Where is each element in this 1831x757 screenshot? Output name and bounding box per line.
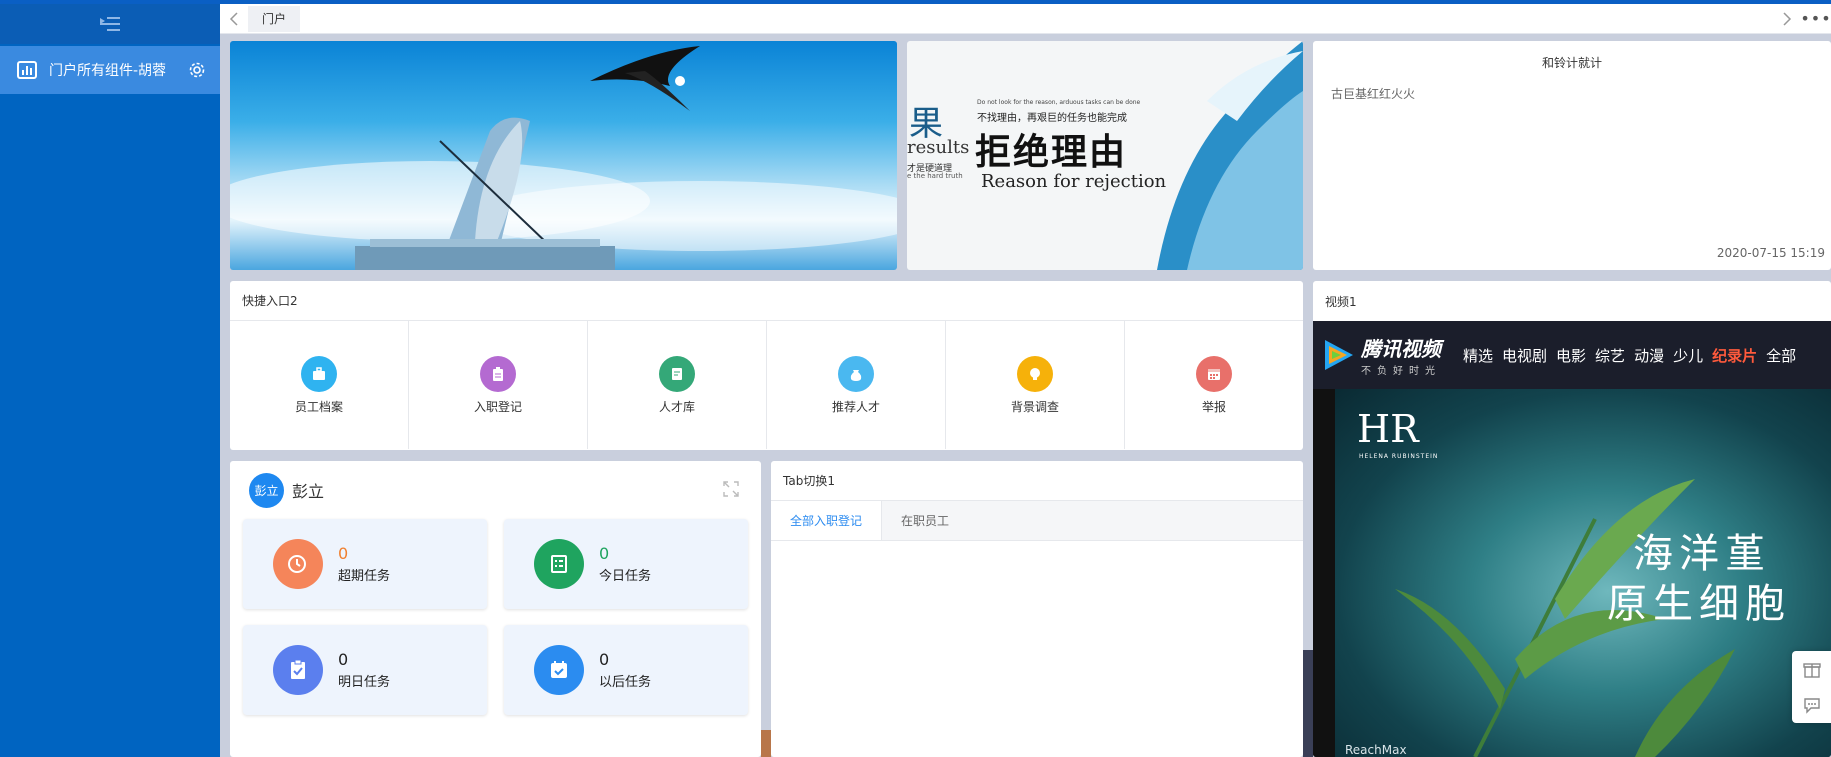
chevron-left-icon [229,11,238,26]
video-player[interactable]: 腾讯视频 不负好时光 精选 电视剧 电影 综艺 动漫 少儿 纪录片 全部 HR … [1313,321,1831,757]
eagle-sundial-illustration [230,46,897,270]
chart-icon [17,61,37,79]
video-slogan: 不负好时光 [1361,366,1441,377]
sidebar-item-label: 门户所有组件-胡蓉 [49,63,167,79]
task-later[interactable]: 0 以后任务 [504,625,748,715]
task-count: 0 [338,650,349,669]
task-label: 超期任务 [338,569,391,584]
clock-icon [273,539,323,589]
task-count: 0 [338,544,349,563]
quick-entry-label: 员工档案 [294,399,343,414]
video-nav-item[interactable]: 全部 [1766,345,1796,366]
text-widget-date: 2020-07-15 15:19 [1716,246,1825,260]
user-name: 彭立 [292,482,325,501]
quick-entry-employee-files[interactable]: 员工档案 [230,321,409,449]
hr-brand-subtitle: HELENA RUBINSTEIN [1359,453,1439,460]
task-overdue[interactable]: 0 超期任务 [243,519,487,609]
avatar: 彭立 [249,472,284,508]
banner-reason-text: Reason for rejection [981,171,1167,192]
tab-scroll-left-button[interactable] [220,4,248,34]
video-nav-item[interactable]: 动漫 [1634,345,1664,366]
quick-entry-talent-pool[interactable]: 人才库 [588,321,767,449]
checklist-icon [534,539,584,589]
sidebar-collapse-button[interactable] [0,4,220,44]
tab-all-onboarding[interactable]: 全部入职登记 [771,501,883,540]
video-nav-item[interactable]: 精选 [1463,345,1493,366]
task-tomorrow[interactable]: 0 明日任务 [243,625,487,715]
tab-portal[interactable]: 门户 [248,5,301,32]
document-icon [659,355,695,392]
banner-results-text: results [907,137,970,158]
video-nav-item[interactable]: 综艺 [1595,345,1625,366]
video-frame: HR HELENA RUBINSTEIN 海洋堇 原生细胞 ReachMax [1335,389,1831,757]
money-bag-icon [838,355,874,392]
quick-entry-title: 快捷入口2 [230,281,1303,321]
briefcase-icon [301,355,337,392]
tab-scroll-right-button[interactable] [1773,4,1801,34]
task-count: 0 [599,650,610,669]
video-card-title: 视频1 [1325,294,1357,309]
hr-brand-logo: HR [1357,407,1419,451]
video-site-header: 腾讯视频 不负好时光 精选 电视剧 电影 综艺 动漫 少儿 纪录片 全部 [1313,321,1831,389]
tab-switch-tabs: 全部入职登记 在职员工 [771,501,1303,541]
video-nav-item[interactable]: 少儿 [1673,345,1703,366]
quick-entry-report[interactable]: 举报 [1125,321,1303,449]
text-widget-title: 和铃计就计 [1541,56,1602,70]
quick-entry-label: 推荐人才 [831,399,880,414]
text-widget-body: 古巨基红红火火 [1331,87,1416,101]
chat-icon[interactable] [1802,695,1822,715]
sidebar: 门户所有组件-胡蓉 [0,4,220,757]
task-today[interactable]: 0 今日任务 [504,519,748,609]
quick-entry-list: 员工档案 入职登记 人才库 推荐人才 背景调查 举报 [230,321,1303,449]
banner-small-text-2: e the hard truth [907,172,963,180]
video-nav: 精选 电视剧 电影 综艺 动漫 少儿 纪录片 全部 [1463,345,1805,366]
task-label: 今日任务 [599,569,652,584]
quick-entry-background-check[interactable]: 背景调查 [946,321,1125,449]
carousel-banner-reason[interactable]: 果 results 才是硬道理 e the hard truth Do not … [907,41,1303,270]
quick-entry-card: 快捷入口2 员工档案 入职登记 人才库 推荐人才 背景调查 举报 [230,281,1303,450]
task-label: 明日任务 [338,675,391,690]
quick-entry-onboarding[interactable]: 入职登记 [409,321,588,449]
tab-bar: 门户 ••• [220,4,1831,34]
banner-en-line: Do not look for the reason, arduous task… [977,99,1141,106]
expand-icon[interactable] [723,481,739,497]
clipboard-check-icon [273,645,323,695]
tab-current-employees[interactable]: 在职员工 [882,501,968,540]
menu-fold-icon [100,17,120,31]
tencent-video-logo: 腾讯视频 不负好时光 [1319,333,1441,377]
sidebar-item-portal[interactable]: 门户所有组件-胡蓉 [0,46,220,94]
task-card-header: 彭立 彭立 [230,461,761,519]
tab-switch-card: Tab切换1 全部入职登记 在职员工 [771,461,1303,757]
quick-entry-referral[interactable]: 推荐人才 [767,321,946,449]
video-watermark: ReachMax [1345,743,1407,757]
floating-toolbar [1792,651,1831,723]
task-count: 0 [599,544,610,563]
quick-entry-label: 举报 [1201,399,1226,414]
calendar-icon [1196,355,1232,392]
tab-switch-title: Tab切换1 [771,461,1303,501]
gear-icon[interactable] [188,61,206,79]
text-widget: 和铃计就计 古巨基红红火火 2020-07-15 15:19 [1313,41,1831,270]
quick-entry-label: 入职登记 [473,399,522,414]
task-card: 彭立 彭立 0 超期任务 0 今日任务 0 明日任务 0 以后任务 [230,461,761,757]
carousel-banner-sky[interactable] [230,41,897,270]
video-nav-item[interactable]: 电视剧 [1502,345,1547,366]
video-card: 视频1 腾讯视频 不负好时光 精选 电视剧 电影 综艺 动漫 少儿 纪录片 全部 [1313,281,1831,757]
banner-big-title: 拒绝理由 [975,131,1128,173]
more-options-button[interactable]: ••• [1800,9,1831,28]
task-label: 以后任务 [599,675,652,690]
video-brand: 腾讯视频 [1361,337,1441,361]
quick-entry-label: 背景调查 [1010,399,1059,414]
lightbulb-icon [1017,355,1053,392]
chevron-right-icon [1783,11,1792,26]
play-logo-icon [1325,340,1353,370]
video-nav-item[interactable]: 纪录片 [1712,345,1757,366]
calendar-check-icon [534,645,584,695]
gift-icon[interactable] [1802,659,1822,679]
banner-cn-line: 不找理由，再艰巨的任务也能完成 [977,113,1127,124]
clipboard-icon [480,355,516,392]
video-nav-item[interactable]: 电影 [1556,345,1586,366]
quick-entry-label: 人才库 [658,399,695,414]
video-caption-2: 原生细胞 [1607,581,1791,627]
